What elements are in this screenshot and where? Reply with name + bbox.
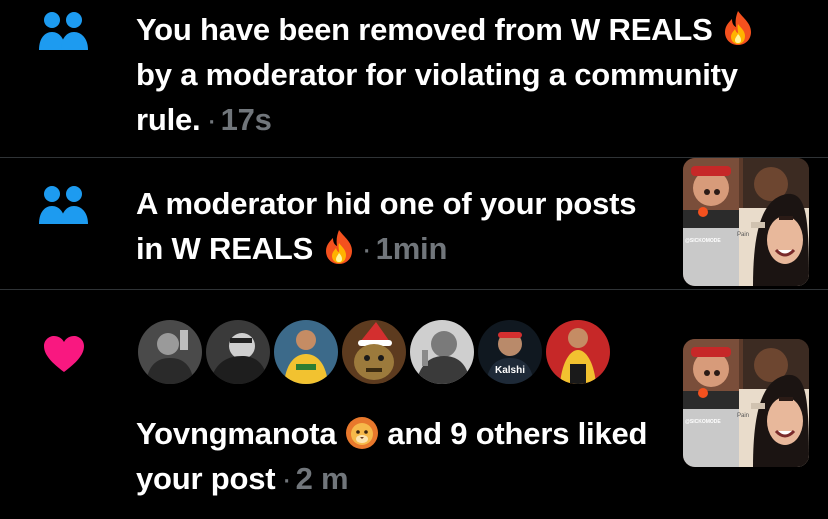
fire-emoji	[322, 229, 356, 265]
avatar-label-kalshi: Kalshi	[494, 365, 525, 376]
community-icon	[38, 184, 90, 228]
avatar[interactable]	[544, 318, 612, 386]
avatar[interactable]	[136, 318, 204, 386]
post-thumbnail[interactable]: Pain @SICKOMODE	[683, 339, 809, 467]
notification-likes[interactable]: Kalshi Yovngmanota and 9 others liked yo…	[0, 290, 828, 519]
avatar[interactable]	[340, 318, 408, 386]
lion-emoji	[345, 414, 379, 450]
thumbnail-caption: Pain	[737, 413, 749, 419]
avatar[interactable]	[272, 318, 340, 386]
notification-text: Yovngmanota and 9 others liked your post…	[136, 414, 648, 496]
thumbnail-caption: Pain	[737, 232, 749, 238]
heart-icon	[42, 334, 86, 374]
liker-avatars: Kalshi	[136, 318, 626, 388]
timestamp: 17s	[220, 102, 272, 137]
community-icon	[38, 10, 90, 54]
notification-removed[interactable]: You have been removed from W REALS by a …	[0, 0, 828, 158]
notification-post-hidden[interactable]: A moderator hid one of your posts in W R…	[0, 158, 828, 290]
post-thumbnail[interactable]: Pain @SICKOMODE	[683, 158, 809, 286]
notification-text: You have been removed from W REALS by a …	[136, 7, 786, 142]
thumbnail-watermark: @SICKOMODE	[685, 419, 721, 425]
avatar[interactable]	[408, 318, 476, 386]
fire-emoji	[721, 10, 755, 46]
timestamp: 1min	[375, 231, 448, 266]
thumbnail-watermark: @SICKOMODE	[685, 238, 721, 244]
avatar[interactable]	[204, 318, 272, 386]
notification-text: A moderator hid one of your posts in W R…	[136, 186, 637, 266]
avatar[interactable]: Kalshi	[476, 318, 544, 386]
timestamp: 2 m	[295, 461, 349, 496]
liker-username[interactable]: Yovngmanota	[136, 416, 337, 451]
